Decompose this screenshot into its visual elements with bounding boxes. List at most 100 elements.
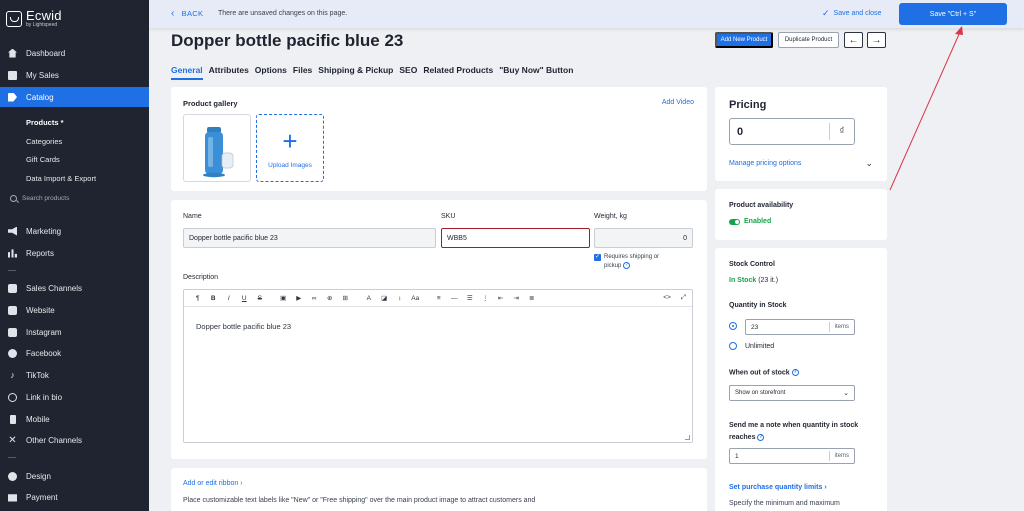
out-of-stock-select[interactable]: Show on storefront ⌄ — [729, 385, 855, 401]
sidebar-item-label: Design — [26, 471, 51, 481]
brand-sub: by Lightspeed — [26, 22, 58, 28]
outdent-icon[interactable]: ⇤ — [493, 294, 509, 302]
sidebar-item-reports[interactable]: Reports — [0, 243, 149, 263]
manage-pricing-link[interactable]: Manage pricing options — [729, 160, 801, 167]
quantity-input[interactable]: 23 items — [745, 319, 855, 335]
bullet-list-icon[interactable]: ⋮ — [478, 294, 494, 302]
font-color-icon[interactable]: A — [361, 295, 377, 302]
sidebar-item-sales-channels[interactable]: Sales Channels — [0, 278, 149, 298]
channels-icon: ✕ — [8, 434, 17, 446]
highlight-icon[interactable]: ◪ — [377, 294, 393, 302]
availability-toggle[interactable] — [729, 219, 740, 225]
price-input[interactable]: 0 ₫ — [729, 118, 855, 145]
low-stock-input[interactable]: 1 items — [729, 448, 855, 464]
tab-shipping-pickup[interactable]: Shipping & Pickup — [318, 65, 393, 79]
save-and-close-button[interactable]: ✓ Save and close — [822, 9, 881, 18]
sidebar-subitem-gift-cards[interactable]: Gift Cards — [26, 155, 60, 164]
italic-icon[interactable]: I — [221, 295, 237, 302]
previous-product-button[interactable]: ← — [844, 32, 863, 48]
sidebar-item-other-channels[interactable]: ✕ Other Channels — [0, 430, 149, 450]
sidebar-subitem-categories[interactable]: Categories — [26, 137, 62, 146]
upload-images-button[interactable]: + Upload Images — [256, 114, 324, 182]
bold-icon[interactable]: B — [206, 295, 222, 302]
duplicate-product-button[interactable]: Duplicate Product — [778, 32, 839, 48]
sidebar-item-label: Mobile — [26, 414, 50, 424]
tab-seo[interactable]: SEO — [399, 65, 417, 79]
store-icon — [8, 283, 17, 293]
back-button[interactable]: ‹ BACK — [171, 8, 203, 18]
code-view-icon[interactable]: <> — [663, 294, 671, 302]
embed-icon[interactable]: ⊕ — [322, 294, 338, 302]
help-icon[interactable]: ? — [757, 433, 765, 441]
next-product-button[interactable]: → — [867, 32, 886, 48]
sidebar-item-marketing[interactable]: Marketing — [0, 221, 149, 241]
help-icon[interactable]: ? — [791, 369, 799, 376]
sidebar-item-dashboard[interactable]: Dashboard — [0, 43, 149, 63]
sidebar-item-payment[interactable]: Payment — [0, 487, 149, 507]
weight-input[interactable]: 0 — [594, 228, 693, 248]
description-editor[interactable]: ¶ B I U S ▣ ▶ ∞ ⊕ ⊞ A ◪ ↕ Aa ≡ — ☰ ⋮ ⇤ ⇥… — [183, 289, 693, 443]
sidebar-search[interactable]: Search products — [10, 195, 69, 202]
add-ribbon-link[interactable]: Add or edit ribbon › — [183, 480, 243, 487]
sidebar-divider — [8, 270, 16, 271]
name-input[interactable]: Dopper bottle pacific blue 23 — [183, 228, 436, 248]
video-icon[interactable]: ▶ — [291, 294, 307, 302]
help-icon[interactable]: ? — [623, 262, 631, 269]
plus-icon: + — [282, 125, 298, 156]
description-text[interactable]: Dopper bottle pacific blue 23 — [196, 322, 291, 331]
mobile-icon — [9, 414, 16, 424]
sidebar-subitem-import-export[interactable]: Data Import & Export — [26, 174, 96, 183]
requires-shipping-text: Requires shipping or — [604, 254, 660, 260]
search-placeholder: Search products — [22, 195, 70, 202]
more-icon[interactable]: ≣ — [524, 294, 540, 302]
quantity-radio[interactable] — [729, 322, 737, 330]
add-new-product-button[interactable]: Add New Product — [715, 32, 773, 48]
brand-logo[interactable]: Ecwid by Lightspeed — [6, 9, 62, 28]
strikethrough-icon[interactable]: S — [252, 295, 268, 302]
case-icon[interactable]: Aa — [408, 295, 424, 302]
in-stock-count: (23 it.) — [758, 277, 779, 284]
tab-options[interactable]: Options — [255, 65, 287, 79]
quantity-unit: items — [828, 322, 854, 332]
tab-buy-now-button[interactable]: "Buy Now" Button — [499, 65, 573, 79]
sidebar-item-mobile[interactable]: Mobile — [0, 409, 149, 429]
font-size-icon[interactable]: ↕ — [392, 295, 408, 302]
chevron-down-icon[interactable]: ⌄ — [865, 158, 873, 169]
sidebar-item-website[interactable]: Website — [0, 300, 149, 320]
availability-status: Enabled — [744, 218, 772, 225]
align-icon[interactable]: ≡ — [431, 295, 447, 302]
requires-shipping-checkbox[interactable]: ✓ — [594, 254, 601, 261]
home-icon — [8, 48, 17, 58]
unlimited-radio[interactable] — [729, 342, 737, 350]
indent-icon[interactable]: ⇥ — [509, 294, 525, 302]
sidebar-item-tiktok[interactable]: ♪ TikTok — [0, 365, 149, 385]
product-image-thumbnail[interactable] — [183, 114, 251, 182]
fullscreen-icon[interactable]: ⤢ — [681, 294, 686, 302]
table-icon[interactable]: ⊞ — [338, 294, 354, 302]
sku-input[interactable]: WBB5 — [441, 228, 590, 248]
sidebar-item-label: Payment — [26, 492, 58, 502]
link-icon[interactable]: ∞ — [307, 295, 323, 302]
sidebar-item-facebook[interactable]: Facebook — [0, 343, 149, 363]
add-video-link[interactable]: Add Video — [662, 99, 694, 106]
tab-related-products[interactable]: Related Products — [423, 65, 493, 79]
save-button[interactable]: Save "Ctrl + S" — [899, 3, 1007, 25]
paragraph-icon[interactable]: ¶ — [190, 295, 206, 302]
underline-icon[interactable]: U — [237, 295, 253, 302]
purchase-limits-link[interactable]: Set purchase quantity limits › — [729, 484, 827, 491]
box-icon — [8, 70, 17, 80]
sidebar-item-design[interactable]: Design — [0, 466, 149, 486]
resize-handle-icon[interactable] — [685, 435, 690, 440]
image-icon[interactable]: ▣ — [276, 294, 292, 302]
horizontal-rule-icon[interactable]: — — [447, 295, 463, 302]
sidebar-item-my-sales[interactable]: My Sales — [0, 65, 149, 85]
tab-general[interactable]: General — [171, 65, 203, 80]
tab-files[interactable]: Files — [293, 65, 312, 79]
sidebar-subitem-products[interactable]: Products * — [26, 118, 64, 127]
sidebar-item-link-in-bio[interactable]: Link in bio — [0, 387, 149, 407]
tab-attributes[interactable]: Attributes — [209, 65, 249, 79]
quantity-title: Quantity in Stock — [729, 302, 787, 309]
sidebar-item-instagram[interactable]: Instagram — [0, 322, 149, 342]
ordered-list-icon[interactable]: ☰ — [462, 294, 478, 302]
sidebar-item-catalog[interactable]: Catalog — [0, 87, 149, 107]
